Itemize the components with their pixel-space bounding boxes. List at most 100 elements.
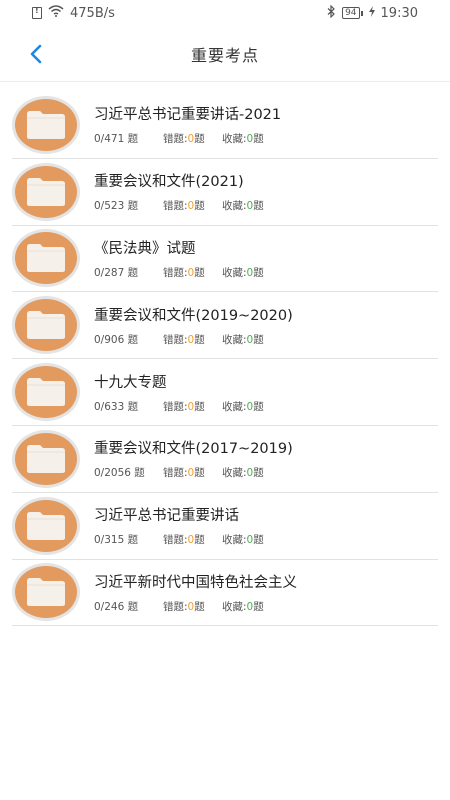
list-item[interactable]: 重要会议和文件(2021) 0/523 题 错题:0题 收藏:0题: [12, 159, 438, 226]
folder-icon: [15, 566, 77, 619]
folder-icon: [15, 366, 77, 419]
wrong-unit: 题: [194, 133, 205, 146]
item-favorite: 收藏:0题: [222, 532, 264, 547]
nav-bar: 重要考点: [0, 26, 450, 82]
item-favorite: 收藏:0题: [222, 599, 264, 614]
item-info: 习近平新时代中国特色社会主义 0/246 题 错题:0题 收藏:0题: [94, 571, 438, 614]
item-meta: 0/523 题 错题:0题 收藏:0题: [94, 198, 438, 213]
favorite-unit: 题: [253, 333, 264, 346]
item-progress: 0/523 题: [94, 200, 139, 213]
item-info: 重要会议和文件(2017~2019) 0/2056 题 错题:0题 收藏:0题: [94, 437, 438, 480]
wrong-unit: 题: [194, 600, 205, 613]
wrong-unit: 题: [194, 333, 205, 346]
item-wrong: 错题:0题: [163, 198, 222, 213]
item-title: 重要会议和文件(2017~2019): [94, 441, 293, 458]
wrong-label: 错题:: [163, 600, 188, 613]
list-item[interactable]: 习近平总书记重要讲话-2021 0/471 题 错题:0题 收藏:0题: [12, 92, 438, 159]
item-progress: 0/246 题: [94, 600, 139, 613]
favorite-label: 收藏:: [222, 467, 247, 480]
list-item[interactable]: 习近平总书记重要讲话 0/315 题 错题:0题 收藏:0题: [12, 493, 438, 560]
item-wrong: 错题:0题: [163, 599, 222, 614]
wrong-label: 错题:: [163, 534, 188, 547]
wrong-unit: 题: [194, 200, 205, 213]
wrong-unit: 题: [194, 467, 205, 480]
list-item[interactable]: 《民法典》试题 0/287 题 错题:0题 收藏:0题: [12, 226, 438, 293]
favorite-label: 收藏:: [222, 600, 247, 613]
item-title: 习近平总书记重要讲话-2021: [94, 107, 282, 124]
item-info: 《民法典》试题 0/287 题 错题:0题 收藏:0题: [94, 237, 438, 280]
favorite-unit: 题: [253, 133, 264, 146]
item-progress: 0/315 题: [94, 534, 139, 547]
chevron-left-icon: [30, 44, 42, 64]
folder-icon: [15, 499, 77, 552]
item-wrong: 错题:0题: [163, 465, 222, 480]
wrong-label: 错题:: [163, 200, 188, 213]
item-meta: 0/246 题 错题:0题 收藏:0题: [94, 599, 438, 614]
wrong-label: 错题:: [163, 133, 188, 146]
favorite-label: 收藏:: [222, 534, 247, 547]
battery-level: 94: [342, 7, 360, 19]
item-meta: 0/633 题 错题:0题 收藏:0题: [94, 399, 438, 414]
wrong-unit: 题: [194, 266, 205, 279]
item-favorite: 收藏:0题: [222, 465, 264, 480]
favorite-unit: 题: [253, 266, 264, 279]
list-item[interactable]: 重要会议和文件(2019~2020) 0/906 题 错题:0题 收藏:0题: [12, 292, 438, 360]
favorite-label: 收藏:: [222, 200, 247, 213]
favorite-unit: 题: [253, 467, 264, 480]
item-meta: 0/315 题 错题:0题 收藏:0题: [94, 532, 438, 547]
item-title: 十九大专题: [94, 374, 167, 391]
item-wrong: 错题:0题: [163, 332, 222, 347]
favorite-unit: 题: [253, 534, 264, 547]
item-favorite: 收藏:0题: [222, 198, 264, 213]
item-info: 习近平总书记重要讲话-2021 0/471 题 错题:0题 收藏:0题: [94, 103, 438, 146]
list-item[interactable]: 十九大专题 0/633 题 错题:0题 收藏:0题: [12, 359, 438, 426]
wifi-icon: [48, 5, 64, 21]
battery-icon: 94: [342, 7, 363, 19]
favorite-unit: 题: [253, 400, 264, 413]
item-info: 重要会议和文件(2019~2020) 0/906 题 错题:0题 收藏:0题: [94, 304, 438, 347]
item-favorite: 收藏:0题: [222, 265, 264, 280]
item-wrong: 错题:0题: [163, 532, 222, 547]
folder-avatar: [12, 296, 80, 355]
favorite-unit: 题: [253, 200, 264, 213]
item-title: 重要会议和文件(2019~2020): [94, 307, 293, 324]
item-info: 习近平总书记重要讲话 0/315 题 错题:0题 收藏:0题: [94, 504, 438, 547]
favorite-unit: 题: [253, 600, 264, 613]
favorite-label: 收藏:: [222, 266, 247, 279]
item-progress: 0/633 题: [94, 400, 139, 413]
favorite-label: 收藏:: [222, 133, 247, 146]
favorite-label: 收藏:: [222, 400, 247, 413]
item-favorite: 收藏:0题: [222, 332, 264, 347]
list-item[interactable]: 重要会议和文件(2017~2019) 0/2056 题 错题:0题 收藏:0题: [12, 426, 438, 493]
item-wrong: 错题:0题: [163, 265, 222, 280]
item-wrong: 错题:0题: [163, 399, 222, 414]
folder-avatar: [12, 95, 80, 154]
wrong-label: 错题:: [163, 333, 188, 346]
back-button[interactable]: [22, 40, 50, 68]
wrong-label: 错题:: [163, 400, 188, 413]
item-meta: 0/2056 题 错题:0题 收藏:0题: [94, 465, 438, 480]
item-wrong: 错题:0题: [163, 131, 222, 146]
folder-avatar: [12, 229, 80, 288]
folder-icon: [15, 98, 77, 151]
item-progress: 0/287 题: [94, 266, 139, 279]
favorite-label: 收藏:: [222, 333, 247, 346]
item-title: 习近平总书记重要讲话: [94, 508, 239, 525]
folder-icon: [15, 299, 77, 352]
item-progress: 0/906 题: [94, 333, 139, 346]
clock: 19:30: [380, 5, 418, 21]
sim-alert-icon: [32, 6, 42, 19]
folder-avatar: [12, 496, 80, 555]
item-meta: 0/471 题 错题:0题 收藏:0题: [94, 131, 438, 146]
status-right: 94 19:30: [327, 4, 418, 22]
item-meta: 0/287 题 错题:0题 收藏:0题: [94, 265, 438, 280]
list-item[interactable]: 习近平新时代中国特色社会主义 0/246 题 错题:0题 收藏:0题: [12, 560, 438, 627]
page-title: 重要考点: [190, 45, 259, 65]
item-favorite: 收藏:0题: [222, 399, 264, 414]
item-info: 重要会议和文件(2021) 0/523 题 错题:0题 收藏:0题: [94, 170, 438, 213]
wrong-unit: 题: [194, 534, 205, 547]
charging-icon: [368, 5, 375, 21]
folder-avatar: [12, 429, 80, 488]
item-progress: 0/471 题: [94, 133, 139, 146]
item-favorite: 收藏:0题: [222, 131, 264, 146]
